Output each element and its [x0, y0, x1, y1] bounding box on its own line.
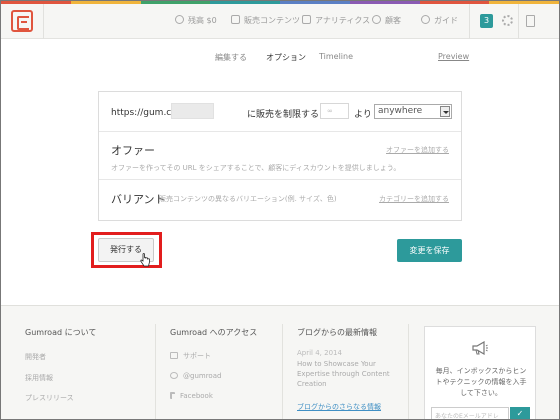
blog-more-link[interactable]: ブログからのさらなる情報	[297, 402, 381, 412]
products-icon	[231, 15, 240, 24]
analytics-icon	[302, 15, 311, 24]
url-row: https://gum.co/ に販売を制限する ∞ より anywhere	[99, 92, 461, 132]
customers-icon	[372, 15, 381, 24]
nav-products[interactable]: 販売コンテンツ	[231, 15, 300, 26]
tab-edit[interactable]: 編集する	[215, 52, 247, 63]
footer-divider	[408, 324, 409, 420]
footer-link-support[interactable]: サポート	[170, 351, 211, 361]
footer-blog-title: ブログからの最新情報	[297, 328, 377, 337]
custom-url-field[interactable]	[171, 103, 214, 119]
nav-divider	[518, 4, 519, 39]
megaphone-icon	[472, 341, 488, 355]
footer-access-title: Gumroad へのアクセス	[170, 328, 258, 337]
gumroad-logo-icon[interactable]	[11, 10, 33, 32]
save-changes-button[interactable]: 変更を保存	[397, 239, 462, 262]
newsletter-email-input[interactable]: あなたのEメールアドレ	[431, 407, 509, 420]
footer: Gumroad について 開発者 採用情報 プレスリリース Gumroad への…	[1, 305, 559, 420]
add-offer-link[interactable]: オファーを追加する	[386, 145, 449, 155]
footer-link-press[interactable]: プレスリリース	[25, 393, 74, 403]
newsletter-text: 毎月、インボックスからヒントやテクニックの情報を入手して下さい。	[435, 367, 527, 397]
tab-options[interactable]: オプション	[266, 52, 306, 63]
options-card: https://gum.co/ に販売を制限する ∞ より anywhere オ…	[98, 91, 462, 221]
url-prefix-label: https://gum.co/	[111, 108, 180, 118]
hand-cursor-icon	[140, 253, 150, 267]
money-icon	[175, 15, 184, 24]
chevron-down-icon	[440, 106, 450, 117]
highlight-box	[91, 232, 162, 268]
nav-analytics-label: アナリティクス	[315, 16, 371, 25]
restrict-sales-label: に販売を制限する	[247, 110, 320, 120]
nav-balance-label: 残高 $0	[188, 16, 217, 25]
newsletter-submit-button[interactable]: ✓	[510, 407, 530, 420]
guide-icon	[421, 15, 430, 24]
footer-link-developers[interactable]: 開発者	[25, 352, 46, 362]
yori-label: より	[354, 110, 372, 120]
at-icon	[170, 372, 178, 379]
mail-icon	[170, 352, 178, 359]
nav-analytics[interactable]: アナリティクス	[302, 15, 370, 26]
footer-about-title: Gumroad について	[25, 328, 97, 337]
footer-divider	[282, 324, 283, 420]
region-select-value: anywhere	[378, 106, 423, 116]
footer-divider	[155, 324, 156, 420]
nav-divider	[469, 4, 470, 39]
nav-products-label: 販売コンテンツ	[244, 16, 300, 25]
footer-link-facebook[interactable]: Facebook	[170, 392, 213, 400]
add-category-link[interactable]: カテゴリーを追加する	[379, 194, 449, 204]
footer-link-twitter[interactable]: @gumroad	[170, 372, 221, 380]
newsletter-box: 毎月、インボックスからヒントやテクニックの情報を入手して下さい。 あなたのEメー…	[424, 326, 536, 420]
top-navigation: 残高 $0 販売コンテンツ アナリティクス 顧客 ガイド 3	[1, 4, 559, 39]
offer-row: オファー オファーを作ってその URL をシェアすることで、顧客にディスカウント…	[99, 132, 461, 180]
editor-tabs: 編集する オプション Timeline Preview	[1, 40, 559, 76]
blog-post-date: April 4, 2014	[297, 349, 342, 357]
facebook-icon	[170, 392, 175, 399]
footer-support-label: サポート	[183, 352, 211, 360]
nav-customers[interactable]: 顧客	[372, 15, 401, 26]
footer-twitter-label: @gumroad	[183, 372, 222, 380]
footer-link-jobs[interactable]: 採用情報	[25, 373, 53, 383]
notification-badge[interactable]: 3	[480, 14, 493, 28]
max-purchase-count-input[interactable]: ∞	[320, 103, 349, 119]
nav-balance[interactable]: 残高 $0	[175, 15, 217, 26]
gear-icon[interactable]	[502, 15, 513, 26]
document-icon[interactable]	[526, 15, 535, 27]
region-select[interactable]: anywhere	[374, 104, 452, 119]
tab-timeline[interactable]: Timeline	[319, 52, 353, 61]
nav-customers-label: 顧客	[385, 16, 401, 25]
nav-divider	[43, 4, 44, 39]
variants-title: バリアント	[111, 193, 166, 206]
nav-guide[interactable]: ガイド	[421, 15, 458, 26]
variants-row: バリアント 販売コンテンツの異なるバリエーション(例. サイズ、色) カテゴリー…	[99, 180, 461, 222]
nav-guide-label: ガイド	[434, 16, 458, 25]
offer-title: オファー	[111, 144, 155, 157]
variants-description: 販売コンテンツの異なるバリエーション(例. サイズ、色)	[159, 195, 337, 203]
blog-post-title[interactable]: How to Showcase Your Expertise through C…	[297, 359, 397, 389]
footer-facebook-label: Facebook	[180, 392, 213, 400]
offer-description: オファーを作ってその URL をシェアすることで、顧客にディスカウントを提供しま…	[111, 164, 401, 172]
preview-link[interactable]: Preview	[438, 52, 469, 61]
